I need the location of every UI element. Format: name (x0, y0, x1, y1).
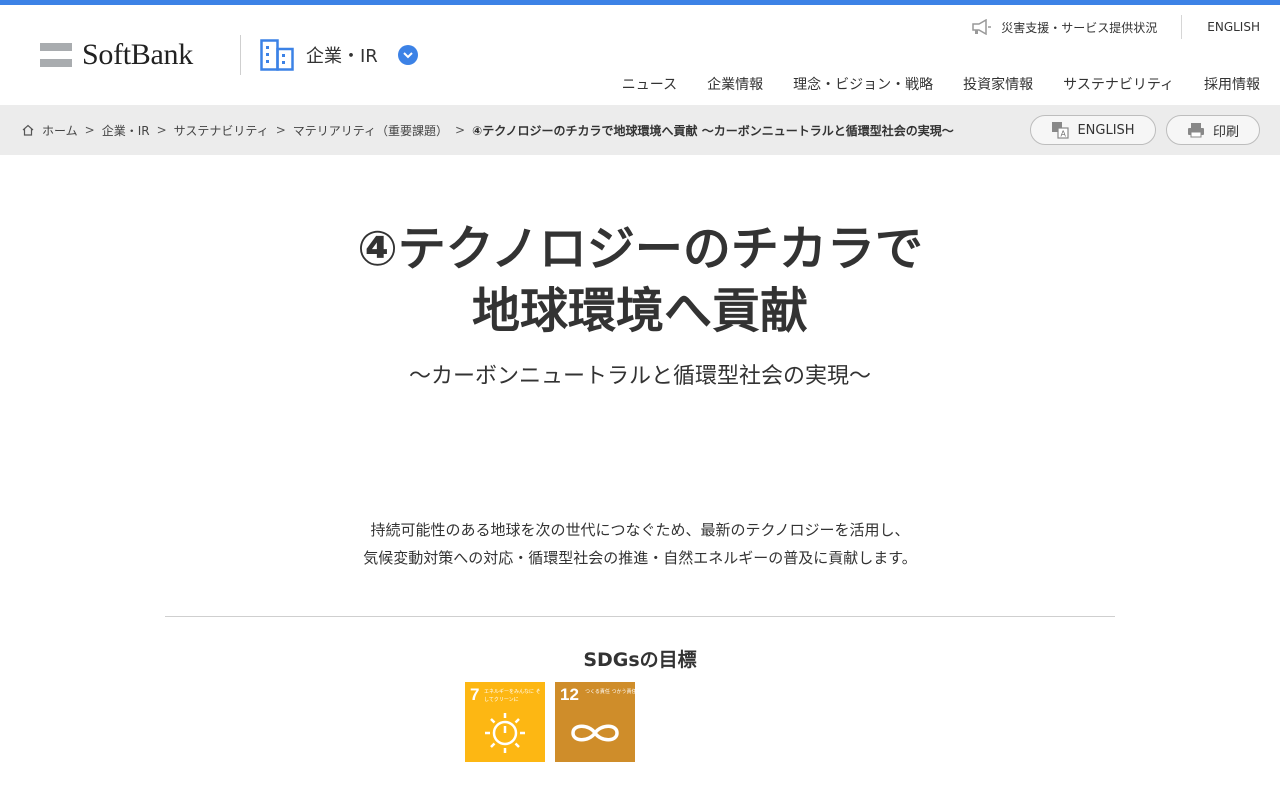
breadcrumb-sustainability[interactable]: サステナビリティ (174, 122, 269, 139)
disaster-support-link[interactable]: 災害支援・サービス提供状況 (971, 19, 1181, 36)
nav-recruit[interactable]: 採用情報 (1204, 74, 1260, 94)
breadcrumb-bar: ホーム > 企業・IR > サステナビリティ > マテリアリティ（重要課題） >… (0, 105, 1280, 155)
logo-text: SoftBank (82, 38, 193, 71)
lead-text: 持続可能性のある地球を次の世代につなぐため、最新のテクノロジーを活用し、 気候変… (0, 516, 1280, 572)
nav-corporate-info[interactable]: 企業情報 (707, 74, 763, 94)
sdgs-goal-list: 7 エネルギーをみんなに そしてクリーンに 12 つくる責任 つかう責任 (465, 682, 637, 762)
site-header: SoftBank 企業・IR 災害支援・サービス提供状況 ENGLISH ニュー… (0, 5, 1280, 105)
chevron-down-icon (403, 51, 413, 58)
logo-mark (40, 43, 72, 67)
section-divider (165, 616, 1115, 617)
nav-sustainability[interactable]: サステナビリティ (1063, 74, 1174, 94)
breadcrumb-current: ④テクノロジーのチカラで地球環境へ貢献 〜カーボンニュートラルと循環型社会の実現… (472, 123, 954, 138)
page-subtitle: 〜カーボンニュートラルと循環型社会の実現〜 (408, 364, 871, 389)
page-title-line-2: 地球環境へ貢献 (471, 283, 808, 339)
sun-power-icon (485, 713, 525, 753)
sdg-goal-7-tile[interactable]: 7 エネルギーをみんなに そしてクリーンに (465, 682, 545, 762)
section-menu-toggle[interactable] (397, 45, 418, 65)
infinity-icon (571, 724, 619, 742)
page-title: ④テクノロジーのチカラで 地球環境へ貢献 (0, 218, 1280, 342)
page-title-line-1: ④テクノロジーのチカラで (357, 221, 923, 277)
translate-icon: A (1052, 122, 1070, 139)
english-page-button[interactable]: A ENGLISH (1030, 115, 1156, 145)
breadcrumb-separator: > (156, 123, 167, 137)
disaster-support-label: 災害支援・サービス提供状況 (1001, 20, 1158, 35)
header-divider (240, 35, 241, 75)
breadcrumb-corporate-ir[interactable]: 企業・IR (102, 122, 150, 139)
nav-philosophy-strategy[interactable]: 理念・ビジョン・戦略 (793, 74, 933, 94)
breadcrumb-home-label: ホーム (42, 123, 78, 138)
print-button[interactable]: 印刷 (1166, 115, 1260, 145)
lead-line-1: 持続可能性のある地球を次の世代につなぐため、最新のテクノロジーを活用し、 (370, 521, 910, 539)
section-label: 企業・IR (306, 46, 378, 67)
breadcrumb-separator: > (275, 123, 286, 137)
building-icon (260, 39, 294, 71)
breadcrumb-home[interactable]: ホーム (22, 122, 78, 139)
english-link[interactable]: ENGLISH (1207, 20, 1260, 34)
sdgs-heading: SDGsの目標 (583, 649, 697, 671)
lead-line-2: 気候変動対策への対応・循環型社会の推進・自然エネルギーの普及に貢献します。 (363, 549, 917, 567)
home-icon (22, 124, 34, 136)
breadcrumb: ホーム > 企業・IR > サステナビリティ > マテリアリティ（重要課題） >… (22, 105, 954, 155)
english-page-label: ENGLISH (1077, 122, 1135, 138)
sdg-goal-12-tile[interactable]: 12 つくる責任 つかう責任 (555, 682, 637, 762)
softbank-logo[interactable]: SoftBank (40, 38, 193, 71)
utility-divider (1181, 15, 1183, 39)
nav-news[interactable]: ニュース (622, 74, 677, 94)
printer-icon (1187, 123, 1204, 138)
section-switcher[interactable]: 企業・IR (260, 39, 418, 71)
global-nav: ニュース 企業情報 理念・ビジョン・戦略 投資家情報 サステナビリティ 採用情報 (622, 74, 1260, 94)
breadcrumb-separator: > (455, 123, 466, 137)
nav-investor-relations[interactable]: 投資家情報 (963, 74, 1033, 94)
page-actions: A ENGLISH 印刷 (1030, 115, 1260, 145)
print-label: 印刷 (1212, 124, 1239, 140)
svg-text:A: A (1061, 130, 1067, 139)
utility-nav: 災害支援・サービス提供状況 ENGLISH (971, 14, 1260, 40)
breadcrumb-separator: > (84, 123, 95, 137)
breadcrumb-materiality[interactable]: マテリアリティ（重要課題） (293, 122, 448, 139)
megaphone-icon (972, 19, 992, 35)
